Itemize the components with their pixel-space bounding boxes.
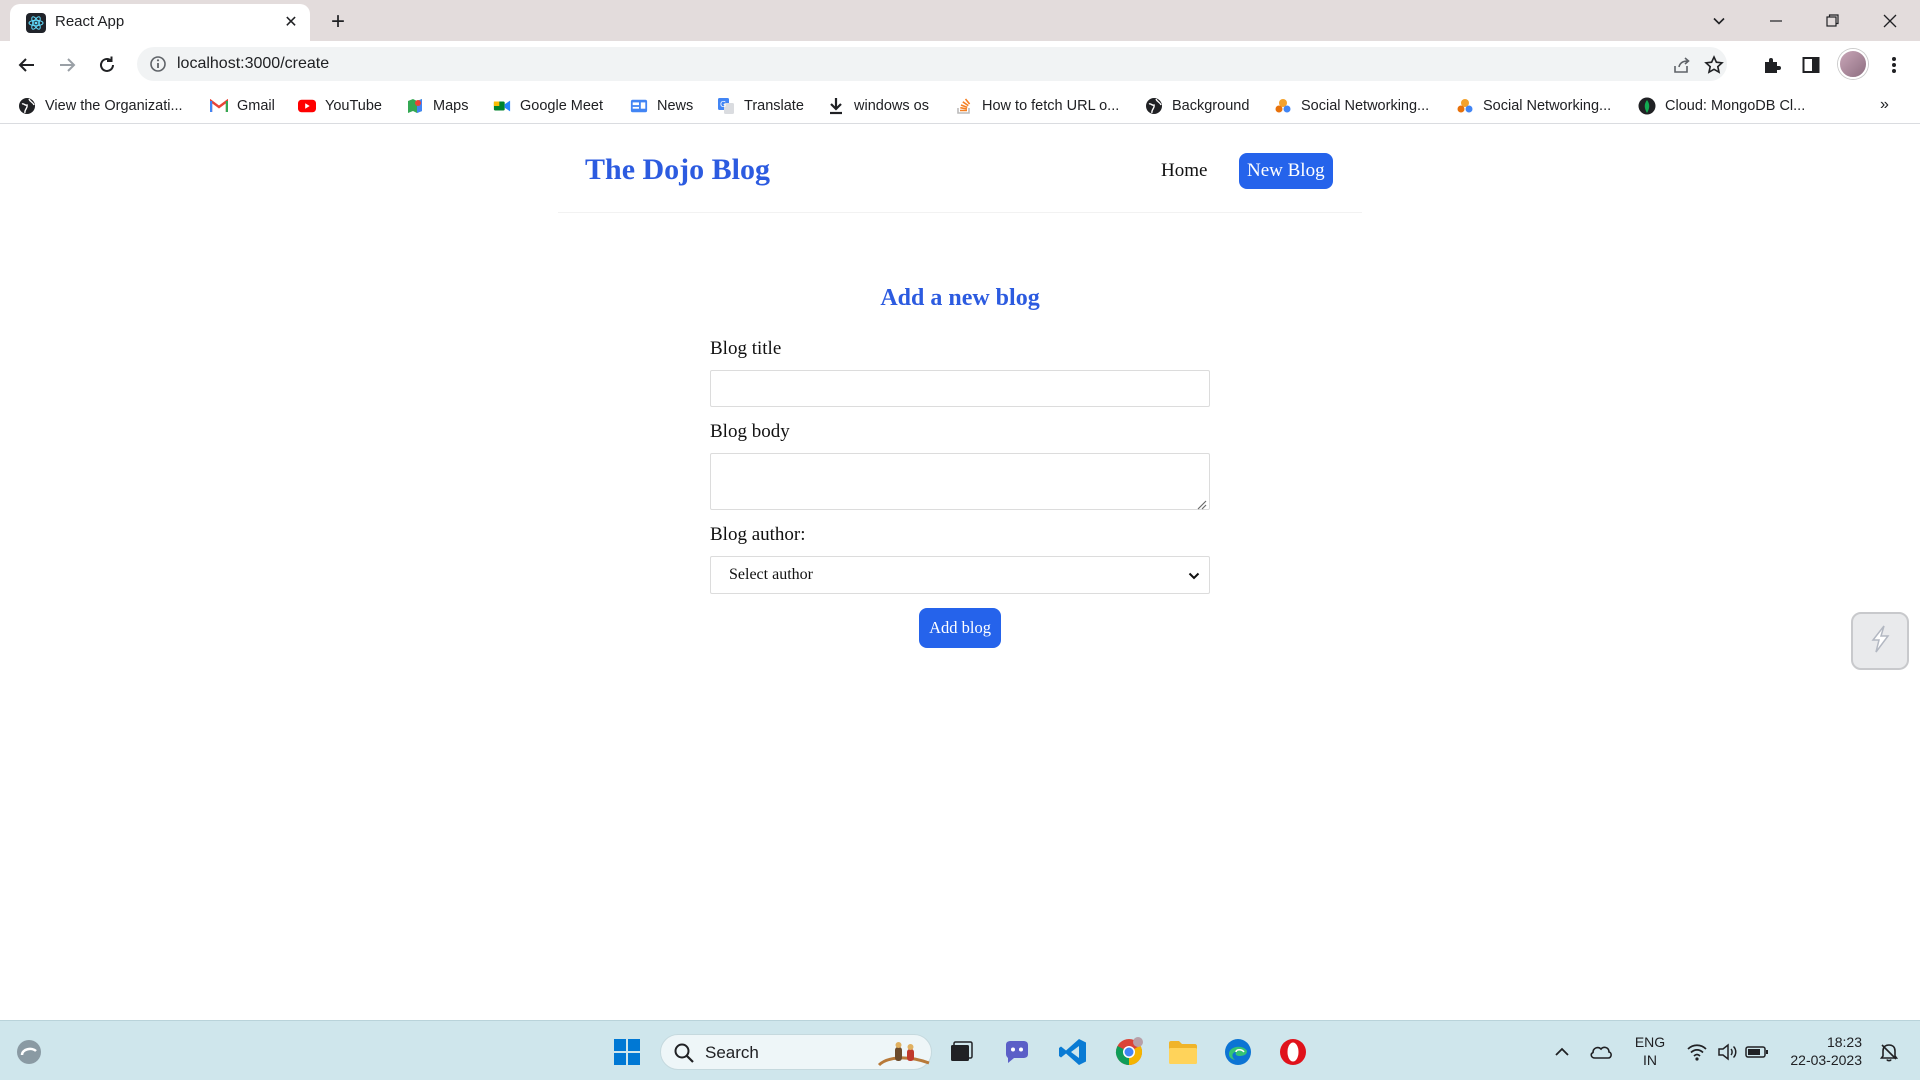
profile-avatar[interactable] [1838,49,1868,79]
browser-tab-strip: React App ✕ + [0,0,1920,41]
windows-taskbar: Search ENG IN 18:23 22-03-2023 [0,1020,1920,1080]
onedrive-cloud-icon[interactable] [1584,1035,1618,1069]
file-explorer-icon[interactable] [1166,1035,1200,1069]
minimize-icon[interactable] [1748,0,1804,41]
chevron-down-icon [1187,569,1201,583]
new-tab-icon[interactable]: + [324,8,352,36]
back-arrow-icon[interactable] [13,51,41,79]
bookmark-item[interactable]: Google Meet [493,94,603,118]
bookmark-item[interactable]: View the Organizati... [18,94,183,118]
form-heading: Add a new blog [880,285,1040,311]
maps-icon [406,97,424,115]
blog-body-textarea[interactable] [710,453,1210,510]
news-icon [630,97,648,115]
restore-icon[interactable] [1804,0,1860,41]
browser-toolbar: localhost:3000/create [0,41,1920,88]
opera-icon[interactable] [1276,1035,1310,1069]
site-brand: The Dojo Blog [585,153,771,186]
share-icon[interactable] [1671,54,1693,76]
react-icon [26,13,46,33]
bookmark-item[interactable]: Cloud: MongoDB Cl... [1638,94,1805,118]
volume-icon[interactable] [1710,1035,1744,1069]
mongodb-icon [1638,97,1656,115]
bookmark-item[interactable]: Background [1145,94,1249,118]
tab-close-icon[interactable]: ✕ [280,11,302,33]
stackoverflow-icon [955,97,973,115]
lightning-icon [1865,624,1895,659]
meet-icon [493,97,511,115]
svg-text:G: G [720,100,726,109]
url-text: localhost:3000/create [177,55,330,72]
floating-extension-button[interactable] [1851,612,1909,670]
globe-icon [1145,97,1163,115]
start-button-icon[interactable] [610,1035,644,1069]
taskbar-search-box[interactable]: Search [660,1034,932,1070]
bookmark-item[interactable]: How to fetch URL o... [955,94,1119,118]
reload-icon[interactable] [93,51,121,79]
bookmark-item[interactable]: Social Networking... [1456,94,1611,118]
nav-home-link[interactable]: Home [1161,160,1207,182]
close-window-icon[interactable] [1862,0,1918,41]
wifi-icon[interactable] [1680,1035,1714,1069]
clock[interactable]: 18:23 22-03-2023 [1780,1033,1862,1069]
chrome-taskbar-icon[interactable] [1112,1035,1146,1069]
edge-icon[interactable] [1221,1035,1255,1069]
bookmarks-overflow-icon[interactable]: » [1880,96,1889,114]
blog-body-label: Blog body [710,421,790,442]
weather-widget-icon[interactable] [12,1035,46,1069]
address-bar[interactable]: localhost:3000/create [137,47,1727,81]
bookmark-star-icon[interactable] [1703,54,1725,76]
download-icon [827,97,845,115]
taskbar-search-label: Search [705,1043,759,1062]
forward-arrow-icon[interactable] [53,51,81,79]
tab-title: React App [55,13,125,30]
social-icon [1274,97,1292,115]
battery-icon[interactable] [1740,1035,1774,1069]
bookmark-item[interactable]: Maps [406,94,468,118]
search-highlight-illustration-icon [877,1039,931,1067]
social-icon [1456,97,1474,115]
side-panel-icon[interactable] [1797,51,1825,79]
blog-author-label: Blog author: [710,524,806,545]
blog-title-label: Blog title [710,338,782,359]
resize-grip-icon[interactable] [1197,497,1207,510]
bookmark-item[interactable]: Gmail [210,94,275,118]
extensions-puzzle-icon[interactable] [1758,51,1786,79]
vscode-icon[interactable] [1056,1035,1090,1069]
chrome-menu-icon[interactable] [1880,51,1908,79]
bookmark-item[interactable]: G Translate [717,94,804,118]
site-navbar: The Dojo Blog Home New Blog [558,125,1362,213]
blog-title-input[interactable] [710,370,1210,407]
youtube-icon [298,97,316,115]
browser-tab-active[interactable]: React App ✕ [10,4,310,41]
add-blog-button[interactable]: Add blog [919,608,1001,648]
chevron-up-icon[interactable] [1545,1035,1579,1069]
teams-chat-icon[interactable] [1000,1035,1034,1069]
bookmark-item[interactable]: YouTube [298,94,382,118]
select-value: Select author [729,566,813,583]
globe-icon [18,97,36,115]
task-view-icon[interactable] [944,1035,978,1069]
page-viewport: The Dojo Blog Home New Blog Add a new bl… [0,125,1920,1020]
search-icon [673,1042,695,1064]
blog-author-select[interactable]: Select author [710,556,1210,594]
input-language-indicator[interactable]: ENG IN [1630,1033,1670,1069]
site-info-icon[interactable] [149,55,167,73]
gmail-icon [210,97,228,115]
bookmark-item[interactable]: Social Networking... [1274,94,1429,118]
create-blog-form: Add a new blog Blog title Blog body Blog… [710,285,1210,648]
bookmarks-bar: View the Organizati... Gmail YouTube Map… [0,88,1920,124]
tab-search-chevron-icon[interactable] [1706,8,1732,34]
nav-new-blog-link[interactable]: New Blog [1239,153,1333,189]
bookmark-item[interactable]: windows os [827,94,929,118]
notification-bell-icon[interactable] [1872,1035,1906,1069]
bookmark-item[interactable]: News [630,94,693,118]
translate-icon: G [717,97,735,115]
